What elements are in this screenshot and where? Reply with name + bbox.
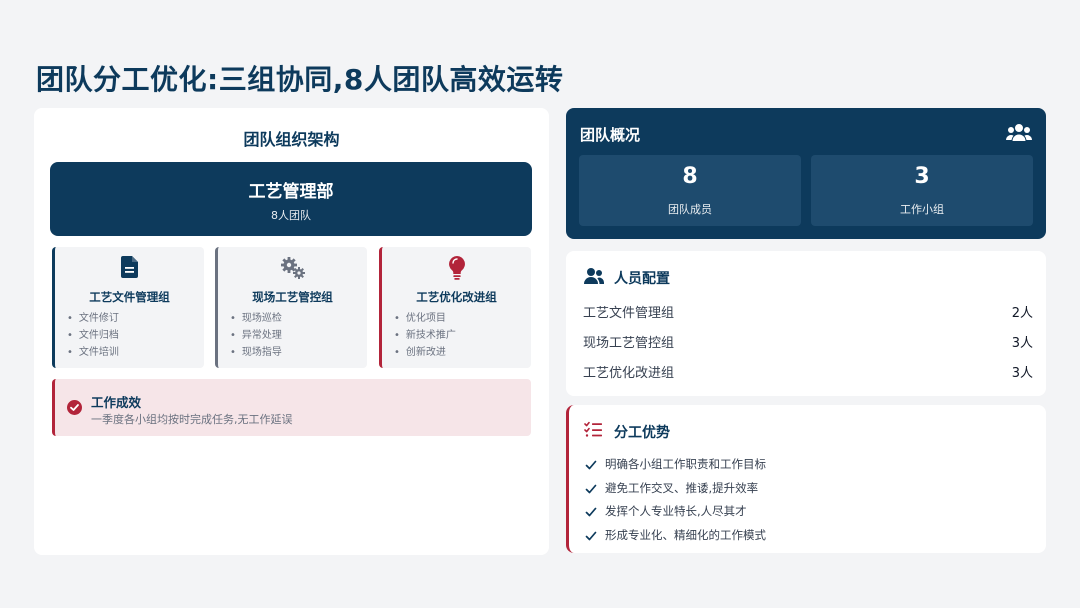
staff-count: 3人 — [1011, 336, 1033, 351]
table-row: 工艺文件管理组 2人 — [583, 302, 1033, 322]
group-card-optimization: 工艺优化改进组 优化项目 新技术推广 创新改进 — [379, 247, 531, 368]
table-row: 现场工艺管控组 3人 — [583, 332, 1033, 352]
stat-label: 团队成员 — [668, 203, 712, 216]
document-icon — [55, 256, 204, 280]
staffing-title: 人员配置 — [614, 271, 670, 287]
department-size: 8人团队 — [271, 209, 311, 222]
group-task-list: 优化项目 新技术推广 创新改进 — [394, 310, 456, 361]
team-overview-card: 团队概况 8 团队成员 3 工作小组 — [566, 108, 1046, 239]
stat-team-members: 8 团队成员 — [579, 155, 801, 226]
group-card-field-control: 现场工艺管控组 现场巡检 异常处理 现场指导 — [215, 247, 367, 368]
list-item: 优化项目 — [394, 310, 456, 327]
staff-group-name: 工艺优化改进组 — [583, 366, 675, 381]
list-item: 文件培训 — [67, 344, 119, 361]
check-icon — [585, 460, 597, 470]
group-name: 现场工艺管控组 — [252, 290, 333, 304]
list-item: 现场指导 — [230, 344, 282, 361]
work-result-box: 工作成效 一季度各小组均按时完成任务,无工作延误 — [52, 379, 531, 436]
group-name: 工艺文件管理组 — [89, 290, 170, 304]
group-name: 工艺优化改进组 — [416, 290, 497, 304]
work-result-desc: 一季度各小组均按时完成任务,无工作延误 — [91, 413, 293, 426]
list-item: 创新改进 — [394, 344, 456, 361]
list-item: 现场巡检 — [230, 310, 282, 327]
work-result-title: 工作成效 — [91, 395, 142, 410]
list-item: 明确各小组工作职责和工作目标 — [585, 453, 766, 477]
check-circle-icon — [67, 400, 82, 415]
checklist-icon — [584, 421, 604, 439]
advantage-text: 避免工作交叉、推诿,提升效率 — [605, 480, 759, 495]
check-icon — [585, 484, 597, 493]
advantage-text: 发挥个人专业特长,人尽其才 — [605, 504, 747, 519]
group-task-list: 现场巡检 异常处理 现场指导 — [230, 310, 282, 361]
staff-group-name: 现场工艺管控组 — [583, 336, 675, 351]
users-icon — [1006, 122, 1032, 144]
table-row: 工艺优化改进组 3人 — [583, 362, 1033, 382]
group-task-list: 文件修订 文件归档 文件培训 — [67, 310, 119, 361]
stat-value: 3 — [914, 164, 930, 189]
stat-label: 工作小组 — [900, 203, 944, 216]
advantages-card: 分工优势 明确各小组工作职责和工作目标 避免工作交叉、推诿,提升效率 发挥个人专… — [566, 405, 1046, 553]
staffing-card: 人员配置 工艺文件管理组 2人 现场工艺管控组 3人 工艺优化改进组 3人 — [566, 251, 1046, 396]
gears-icon — [218, 256, 367, 280]
overview-title: 团队概况 — [580, 126, 641, 144]
department-box: 工艺管理部 8人团队 — [50, 162, 532, 236]
staff-group-name: 工艺文件管理组 — [583, 306, 675, 321]
advantage-text: 明确各小组工作职责和工作目标 — [605, 457, 766, 471]
staff-count: 2人 — [1011, 306, 1033, 321]
check-icon — [585, 507, 597, 517]
list-item: 异常处理 — [230, 327, 282, 344]
org-structure-title: 团队组织架构 — [243, 130, 340, 149]
list-item: 形成专业化、精细化的工作模式 — [585, 524, 766, 548]
staff-count: 3人 — [1011, 366, 1033, 381]
stat-value: 8 — [682, 164, 698, 189]
list-item: 文件归档 — [67, 327, 119, 344]
advantages-list: 明确各小组工作职责和工作目标 避免工作交叉、推诿,提升效率 发挥个人专业特长,人… — [585, 453, 766, 547]
list-item: 文件修订 — [67, 310, 119, 327]
group-card-file-management: 工艺文件管理组 文件修订 文件归档 文件培训 — [52, 247, 204, 368]
list-item: 新技术推广 — [394, 327, 456, 344]
check-icon — [585, 531, 597, 541]
list-item: 避免工作交叉、推诿,提升效率 — [585, 477, 766, 501]
advantages-title: 分工优势 — [614, 425, 670, 441]
advantage-text: 形成专业化、精细化的工作模式 — [605, 527, 766, 542]
page-title: 团队分工优化:三组协同,8人团队高效运转 — [36, 63, 564, 96]
users-icon — [584, 267, 604, 285]
lightbulb-icon — [382, 256, 531, 280]
list-item: 发挥个人专业特长,人尽其才 — [585, 500, 766, 524]
stat-work-groups: 3 工作小组 — [811, 155, 1033, 226]
org-structure-panel: 团队组织架构 工艺管理部 8人团队 工艺文件管理组 文件修订 文件归档 文件培训 — [34, 108, 549, 555]
department-name: 工艺管理部 — [248, 182, 334, 202]
